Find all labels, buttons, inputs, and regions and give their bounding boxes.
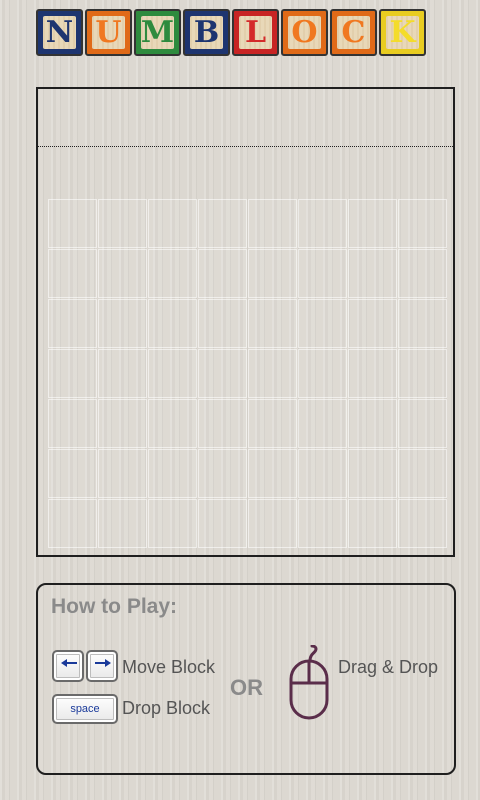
board-cell[interactable]	[398, 249, 447, 298]
logo-tile: U	[85, 9, 132, 56]
logo-tile: L	[232, 9, 279, 56]
logo-tile: B	[183, 9, 230, 56]
numblock-logo: N U M B L O C K	[36, 9, 426, 56]
mouse-icon	[289, 645, 329, 720]
board-cell[interactable]	[398, 349, 447, 398]
board-cell[interactable]	[198, 249, 247, 298]
logo-letter: K	[386, 16, 419, 49]
logo-tile: K	[379, 9, 426, 56]
how-to-play-title: How to Play:	[51, 595, 178, 618]
move-block-label: Move Block	[122, 657, 216, 677]
board-cell[interactable]	[398, 299, 447, 348]
board-cell[interactable]	[48, 449, 97, 498]
board-cell[interactable]	[48, 499, 97, 548]
board-cell[interactable]	[298, 299, 347, 348]
board-cell[interactable]	[398, 199, 447, 248]
board-cell[interactable]	[298, 399, 347, 448]
board-cell[interactable]	[98, 249, 147, 298]
board-cell[interactable]	[348, 199, 397, 248]
logo-letter: U	[92, 16, 125, 49]
board-cell[interactable]	[348, 399, 397, 448]
board-cell[interactable]	[198, 299, 247, 348]
game-board[interactable]	[36, 87, 455, 557]
space-key-icon: space	[52, 694, 118, 724]
board-cell[interactable]	[248, 249, 297, 298]
drop-block-label: Drop Block	[122, 698, 211, 718]
board-cell[interactable]	[248, 349, 297, 398]
board-cell[interactable]	[198, 499, 247, 548]
logo-letter: C	[337, 16, 370, 49]
or-label: OR	[230, 675, 263, 700]
board-cell[interactable]	[248, 399, 297, 448]
board-cell[interactable]	[248, 499, 297, 548]
board-cell[interactable]	[198, 399, 247, 448]
board-cell[interactable]	[348, 349, 397, 398]
board-cell[interactable]	[298, 499, 347, 548]
logo-letter: O	[288, 16, 321, 49]
board-cell[interactable]	[298, 449, 347, 498]
board-cell[interactable]	[148, 399, 197, 448]
board-cell[interactable]	[48, 349, 97, 398]
board-cell[interactable]	[298, 349, 347, 398]
logo-letter: B	[190, 16, 223, 49]
board-cell[interactable]	[98, 399, 147, 448]
left-arrow-key-icon	[52, 650, 84, 682]
board-cell[interactable]	[248, 299, 297, 348]
board-cell[interactable]	[148, 499, 197, 548]
board-cell[interactable]	[348, 249, 397, 298]
board-cell[interactable]	[148, 449, 197, 498]
board-cell[interactable]	[48, 199, 97, 248]
board-cell[interactable]	[48, 299, 97, 348]
right-arrow-key-icon	[86, 650, 118, 682]
board-cell[interactable]	[248, 199, 297, 248]
board-cell[interactable]	[398, 499, 447, 548]
space-key-label: space	[70, 703, 100, 715]
board-cell[interactable]	[348, 299, 397, 348]
how-to-play-panel: How to Play: Move Block space Drop Block…	[36, 583, 456, 775]
board-cell[interactable]	[398, 449, 447, 498]
board-cell[interactable]	[348, 499, 397, 548]
board-cell[interactable]	[48, 399, 97, 448]
logo-tile: O	[281, 9, 328, 56]
board-cell[interactable]	[98, 499, 147, 548]
board-cell[interactable]	[198, 349, 247, 398]
logo-tile: C	[330, 9, 377, 56]
board-cell[interactable]	[348, 449, 397, 498]
board-cell[interactable]	[298, 199, 347, 248]
board-cell[interactable]	[48, 249, 97, 298]
board-cell[interactable]	[148, 199, 197, 248]
logo-letter: N	[43, 16, 76, 49]
logo-tile: N	[36, 9, 83, 56]
board-cell[interactable]	[98, 449, 147, 498]
board-cell[interactable]	[198, 199, 247, 248]
drop-zone[interactable]	[38, 89, 453, 147]
board-cell[interactable]	[198, 449, 247, 498]
board-cell[interactable]	[248, 449, 297, 498]
board-cell[interactable]	[148, 349, 197, 398]
board-cell[interactable]	[398, 399, 447, 448]
board-cell[interactable]	[98, 349, 147, 398]
drag-drop-label: Drag & Drop	[338, 657, 439, 677]
logo-letter: M	[140, 14, 175, 50]
board-cell[interactable]	[148, 249, 197, 298]
board-cell[interactable]	[298, 249, 347, 298]
board-grid	[48, 199, 447, 548]
board-cell[interactable]	[98, 299, 147, 348]
board-cell[interactable]	[148, 299, 197, 348]
logo-tile: M	[134, 9, 181, 56]
logo-letter: L	[239, 16, 272, 49]
board-cell[interactable]	[98, 199, 147, 248]
